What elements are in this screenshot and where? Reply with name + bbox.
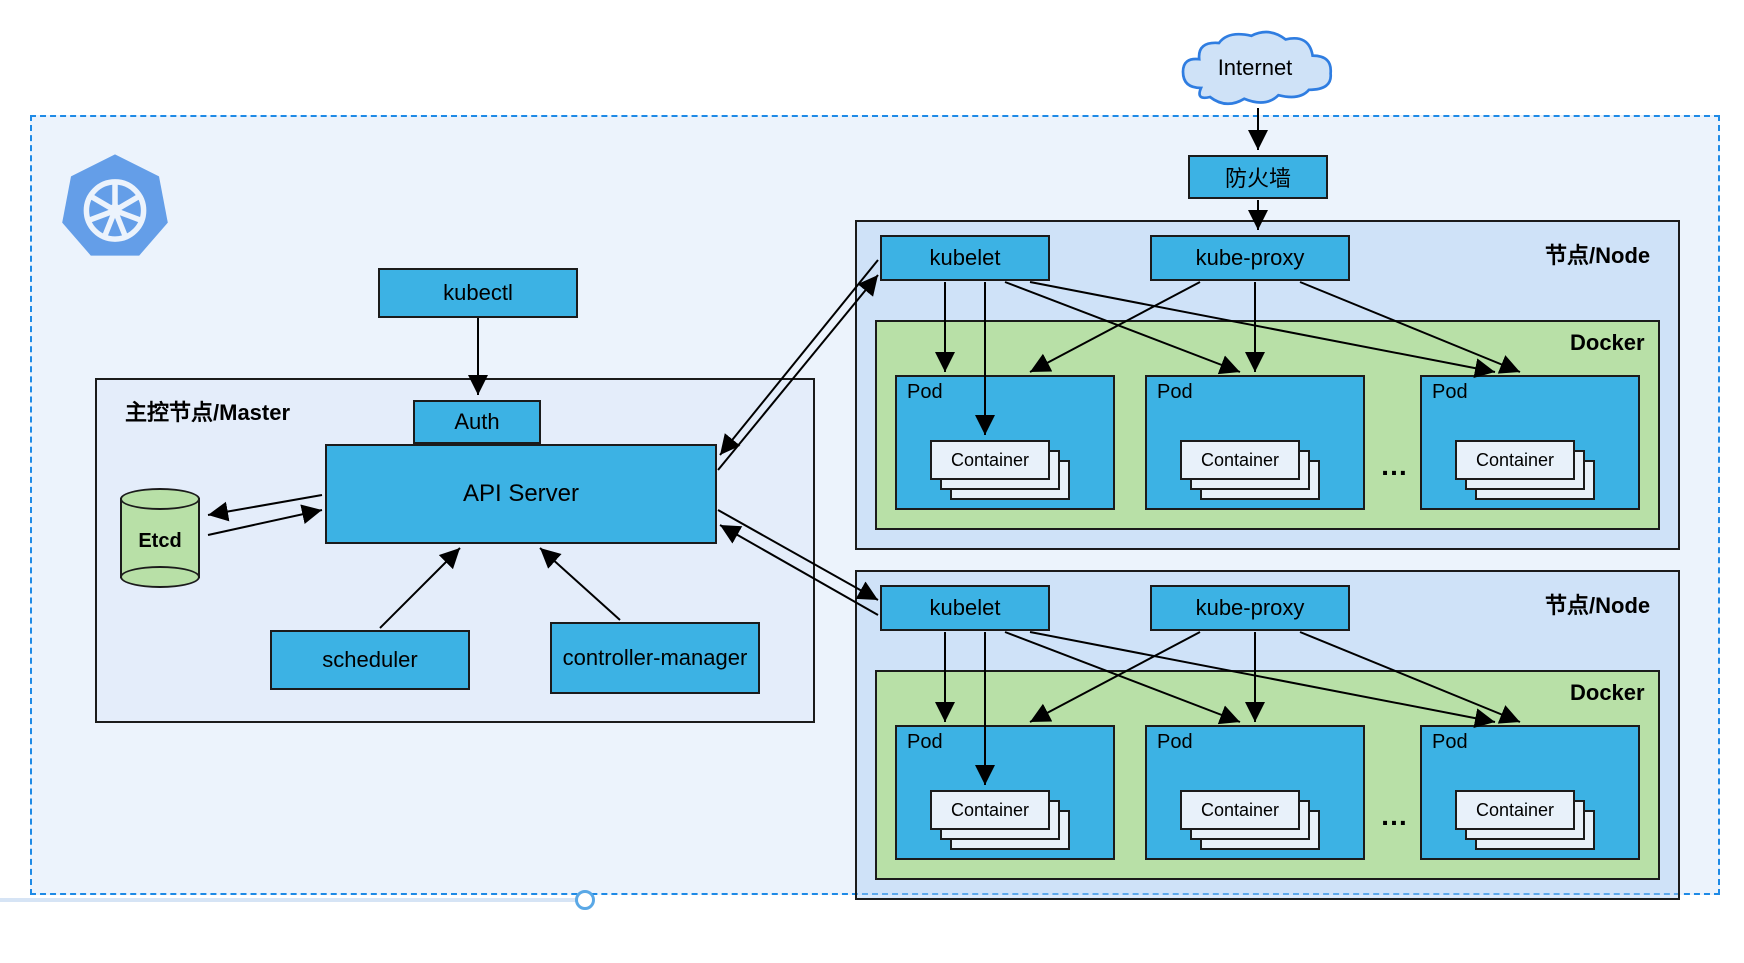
pod-label: Pod [1432,731,1468,753]
auth-box: Auth [413,400,541,444]
diagram-canvas: Internet 防火墙 kubectl 主控节点/Master Etcd Au… [0,0,1744,963]
node-1-pod-3-containers: Container [1455,440,1595,500]
container-label: Container [930,440,1050,480]
progress-thumb[interactable] [575,890,595,910]
node-2-docker-label: Docker [1570,680,1645,706]
container-label: Container [1180,440,1300,480]
node-2-pod-2-containers: Container [1180,790,1320,850]
node-1-pod-1-containers: Container [930,440,1070,500]
container-label: Container [930,790,1050,830]
api-server-box: API Server [325,444,717,544]
scheduler-box: scheduler [270,630,470,690]
node-1-kubelet: kubelet [880,235,1050,281]
node-2-ellipsis: … [1380,800,1408,832]
node-1-pod-2-containers: Container [1180,440,1320,500]
node-1-docker-label: Docker [1570,330,1645,356]
node-2-pod-3-containers: Container [1455,790,1595,850]
internet-label: Internet [1160,55,1350,81]
pod-label: Pod [1157,731,1193,753]
container-label: Container [1455,790,1575,830]
firewall-box: 防火墙 [1188,155,1328,199]
node-2-title: 节点/Node [1545,588,1650,620]
node-1-kube-proxy: kube-proxy [1150,235,1350,281]
node-2-kube-proxy: kube-proxy [1150,585,1350,631]
kubectl-box: kubectl [378,268,578,318]
controller-manager-box: controller-manager [550,622,760,694]
etcd-label: Etcd [120,530,200,553]
node-2-pod-1-containers: Container [930,790,1070,850]
node-1-ellipsis: … [1380,450,1408,482]
container-label: Container [1180,790,1300,830]
pod-label: Pod [907,381,943,403]
container-label: Container [1455,440,1575,480]
node-2-kubelet: kubelet [880,585,1050,631]
pod-label: Pod [1432,381,1468,403]
pod-label: Pod [907,731,943,753]
node-1-title: 节点/Node [1545,238,1650,270]
pod-label: Pod [1157,381,1193,403]
progress-track[interactable] [0,898,585,902]
master-title: 主控节点/Master [125,395,290,427]
